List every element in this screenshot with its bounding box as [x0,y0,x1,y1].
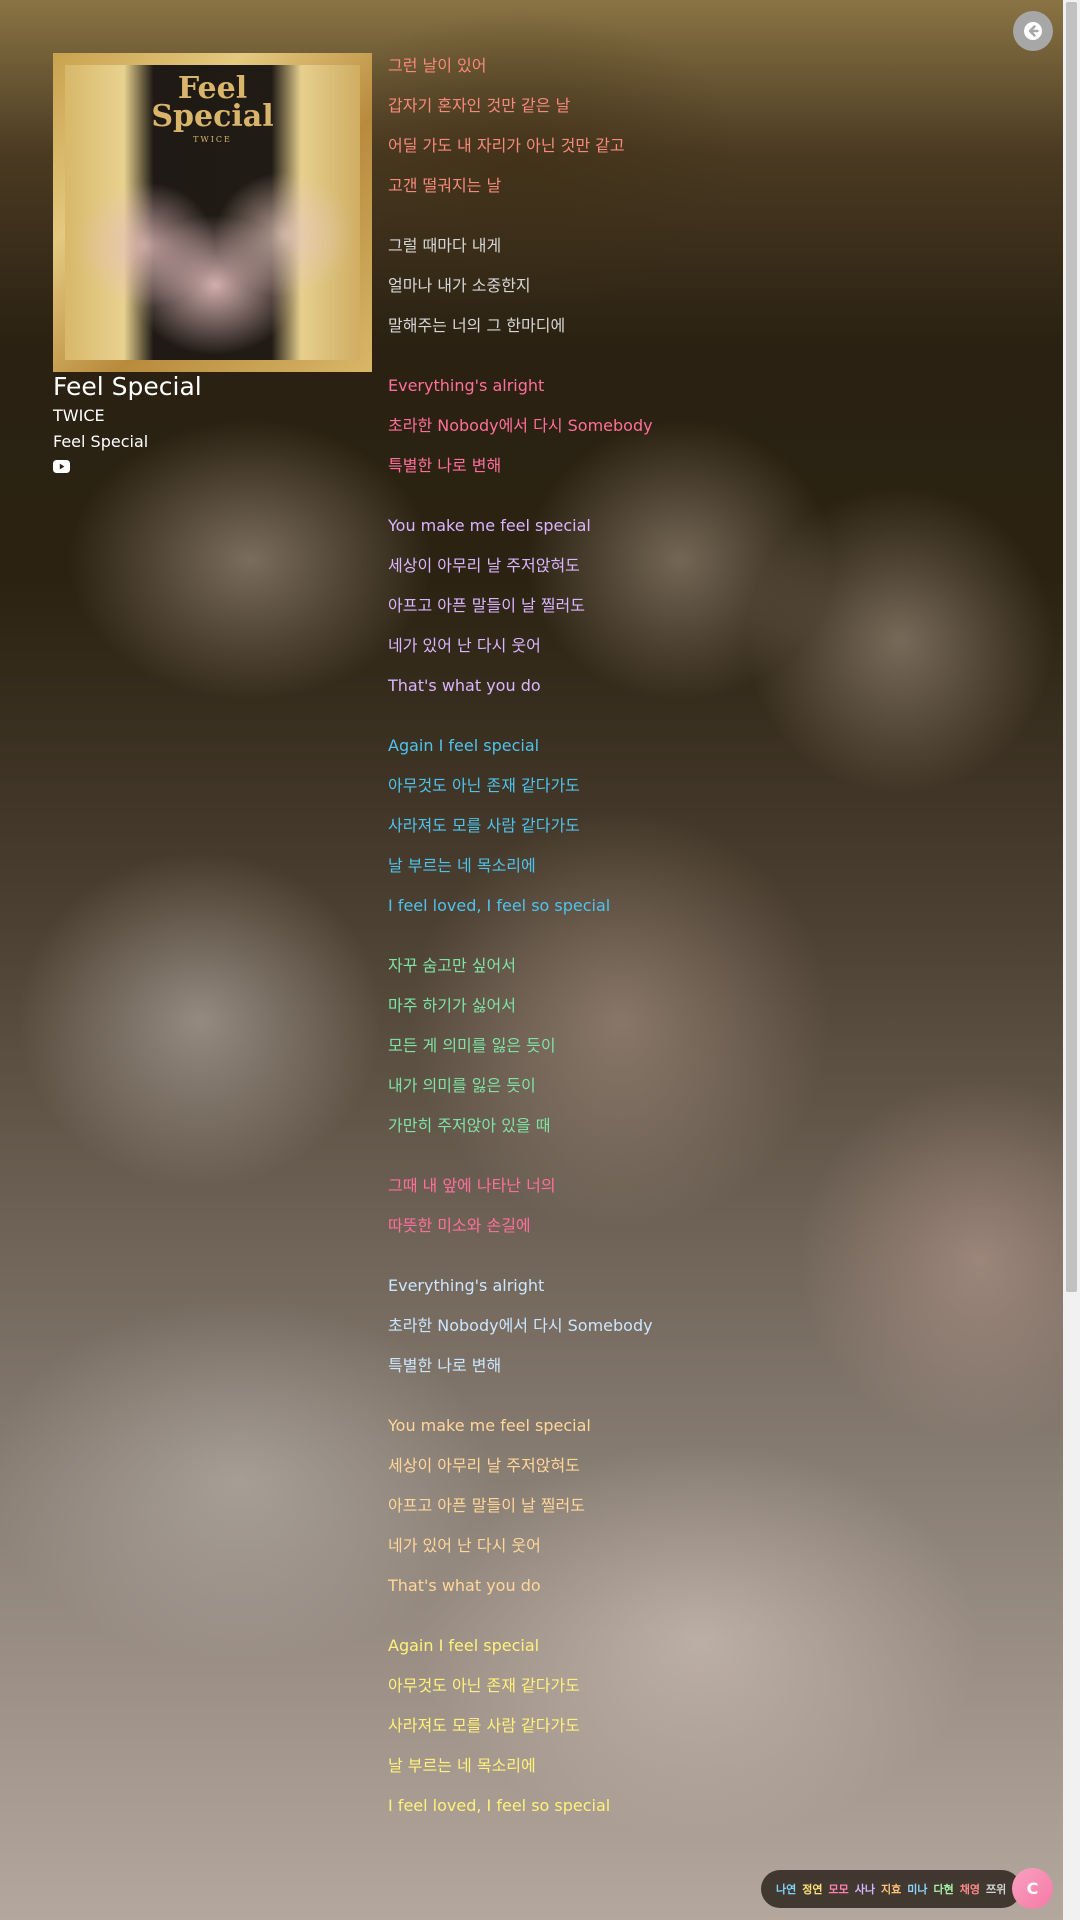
lyric-block: 그럴 때마다 내게얼마나 내가 소중한지말해주는 너의 그 한마디에 [388,236,1008,336]
lyric-line: 그런 날이 있어 [388,56,487,75]
lyric-block: Everything's alright 초라한 Nobody에서 다시 Some… [388,376,1008,476]
lyric-line: 세상이 아무리 날 주저앉혀도 [388,556,580,575]
lyric-line: 내가 의미를 잃은 듯이 [388,1076,536,1095]
member-legend-item: 다현 [933,1883,954,1896]
lyric-block: 그런 날이 있어갑자기 혼자인 것만 같은 날어딜 가도 내 자리가 아닌 것만… [388,56,1008,196]
lyric-line: 네가 있어 난 다시 웃어 [388,1536,541,1555]
lyric-line: 갑자기 혼자인 것만 같은 날 [388,96,571,115]
lyric-line: 초라한 Nobody에서 다시 Somebody [388,1316,653,1335]
back-button[interactable] [1013,11,1053,51]
album-cover: Feel Special TWICE [53,53,372,372]
member-legend-item: 정연 [802,1883,823,1896]
avatar-button[interactable]: C [1012,1868,1053,1909]
lyric-line: That's what you do [388,676,541,695]
member-legend-item: 채영 [959,1883,980,1896]
member-legend-item: 나연 [776,1883,797,1896]
lyric-line: 모든 게 의미를 잃은 듯이 [388,1036,556,1055]
scrollbar[interactable] [1063,0,1080,1920]
lyric-line: 네가 있어 난 다시 웃어 [388,636,541,655]
lyric-line: 그럴 때마다 내게 [388,236,502,255]
lyric-line: Everything's alright [388,376,545,395]
lyric-line: 따뜻한 미소와 손길에 [388,1216,531,1235]
lyric-line: Again I feel special [388,1636,540,1655]
song-title: Feel Special [53,372,202,401]
lyric-line: 고갠 떨궈지는 날 [388,176,502,195]
cover-title: Feel Special [151,71,274,134]
member-legend-item: 쯔위 [986,1883,1007,1896]
lyric-line: 아프고 아픈 말들이 날 찔러도 [388,1496,585,1515]
lyric-line: 사라져도 모를 사람 같다가도 [388,1716,580,1735]
lyric-line: 초라한 Nobody에서 다시 Somebody [388,416,653,435]
lyric-line: 아무것도 아닌 존재 같다가도 [388,776,580,795]
lyric-line: 얼마나 내가 소중한지 [388,276,531,295]
lyric-line: I feel loved, I feel so special [388,1796,611,1815]
lyrics-panel: 그런 날이 있어갑자기 혼자인 것만 같은 날어딜 가도 내 자리가 아닌 것만… [388,56,1008,1856]
lyric-block: You make me feel special 세상이 아무리 날 주저앉혀도아… [388,1416,1008,1596]
lyric-line: 아무것도 아닌 존재 같다가도 [388,1676,580,1695]
lyric-block: Everything's alright 초라한 Nobody에서 다시 Some… [388,1276,1008,1376]
cover-artist: TWICE [193,135,232,144]
album-cover-art: Feel Special TWICE [65,65,360,360]
lyric-block: Again I feel special 아무것도 아닌 존재 같다가도사라져도 … [388,736,1008,916]
lyric-line: 가만히 주저앉아 있을 때 [388,1116,551,1135]
lyric-line: 날 부르는 네 목소리에 [388,856,536,875]
song-album: Feel Special [53,432,149,451]
member-legend-item: 사나 [854,1883,875,1896]
lyric-line: Everything's alright [388,1276,545,1295]
lyric-line: Again I feel special [388,736,540,755]
member-legend-item: 미나 [907,1883,928,1896]
member-legend-item: 지효 [881,1883,902,1896]
lyric-line: 특별한 나로 변해 [388,456,502,475]
lyric-line: 날 부르는 네 목소리에 [388,1756,536,1775]
lyric-line: I feel loved, I feel so special [388,896,611,915]
lyric-line: 말해주는 너의 그 한마디에 [388,316,566,335]
lyric-block: Again I feel special 아무것도 아닌 존재 같다가도사라져도 … [388,1636,1008,1816]
lyric-line: You make me feel special [388,516,591,535]
arrow-left-icon [1024,22,1042,40]
lyric-line: 사라져도 모를 사람 같다가도 [388,816,580,835]
lyric-line: 특별한 나로 변해 [388,1356,502,1375]
lyric-block: 그때 내 앞에 나타난 너의따뜻한 미소와 손길에 [388,1176,1008,1236]
lyric-line: 어딜 가도 내 자리가 아닌 것만 같고 [388,136,625,155]
page: Feel Special TWICE Feel Special TWICE Fe… [0,0,1080,1920]
member-legend-item: 모모 [828,1883,849,1896]
lyric-line: 세상이 아무리 날 주저앉혀도 [388,1456,580,1475]
lyric-block: 자꾸 숨고만 싶어서마주 하기가 싫어서모든 게 의미를 잃은 듯이내가 의미를… [388,956,1008,1136]
lyric-line: That's what you do [388,1576,541,1595]
member-color-legend: 나연 정연 모모 사나 지효 미나 다현 채영 쯔위 [761,1870,1022,1908]
song-artist: TWICE [53,406,105,425]
lyric-line: 자꾸 숨고만 싶어서 [388,956,516,975]
scrollbar-thumb[interactable] [1066,2,1077,1292]
lyric-line: You make me feel special [388,1416,591,1435]
lyric-line: 마주 하기가 싫어서 [388,996,516,1015]
lyric-line: 그때 내 앞에 나타난 너의 [388,1176,556,1195]
lyric-line: 아프고 아픈 말들이 날 찔러도 [388,596,585,615]
lyric-block: You make me feel special 세상이 아무리 날 주저앉혀도아… [388,516,1008,696]
youtube-icon[interactable] [53,460,70,473]
